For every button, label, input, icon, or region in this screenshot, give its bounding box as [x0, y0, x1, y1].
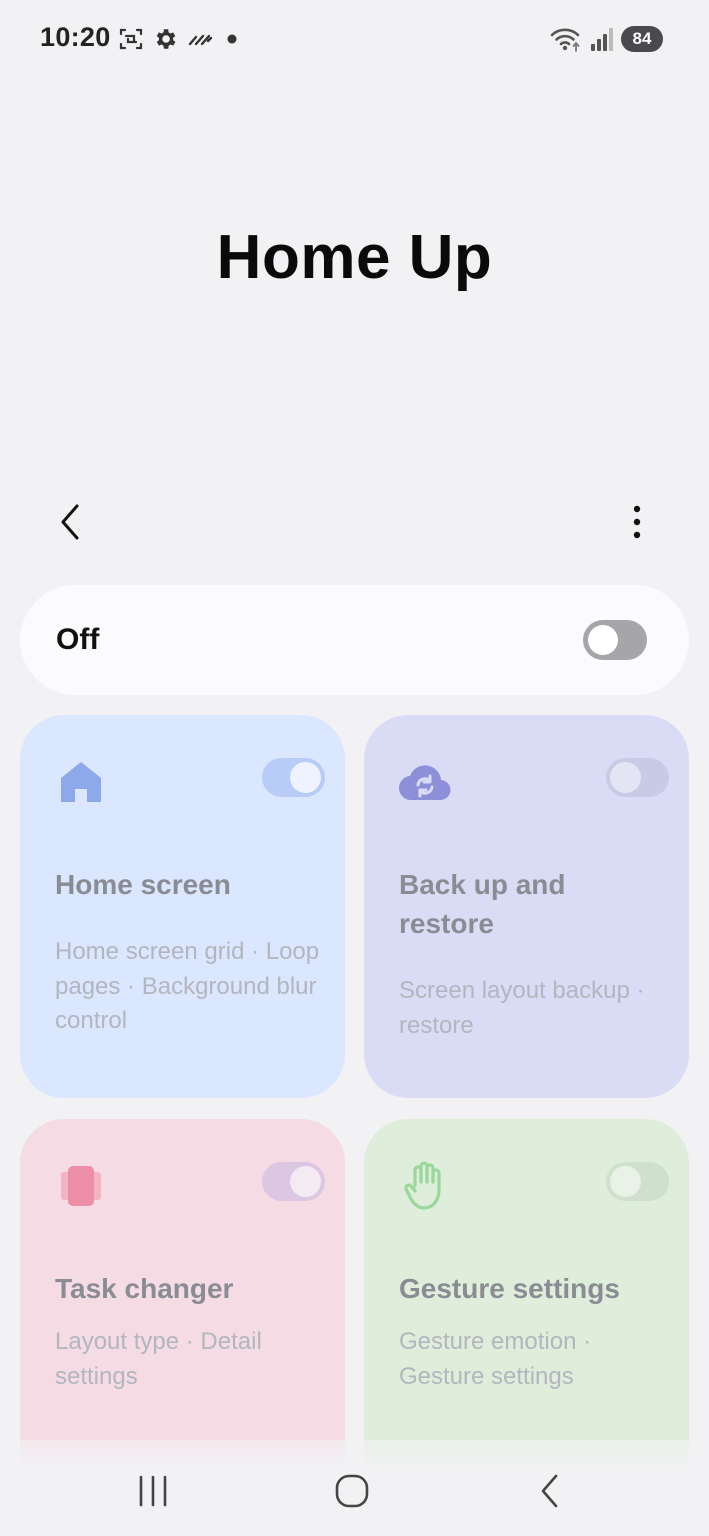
gear-icon: [156, 29, 176, 49]
toggle-knob: [290, 1166, 321, 1197]
toggle-knob: [588, 625, 618, 655]
signal-icon: [591, 28, 613, 51]
home-icon: [335, 1474, 369, 1508]
wifi-icon: [550, 28, 580, 52]
task-stack-icon: [54, 1159, 108, 1213]
card-title: Home screen: [55, 869, 231, 900]
battery-indicator: 84: [621, 26, 663, 52]
recents-icon: [139, 1475, 167, 1507]
card-description: Layout type · Detail settings: [55, 1328, 262, 1390]
navigation-bar: [0, 1440, 709, 1536]
hand-icon: [398, 1159, 452, 1213]
card-title: Task changer: [55, 1273, 234, 1304]
card-back-up-and-restore[interactable]: Back up and restore Screen layout backup…: [364, 715, 689, 1098]
master-switch-card[interactable]: Off: [20, 585, 689, 695]
home-button[interactable]: [317, 1466, 387, 1516]
status-time: 10:20: [40, 22, 111, 52]
card-title: Back up and restore: [399, 869, 566, 939]
home-up-screen: 10:20 84 Home Up Off Home screen Home sc…: [0, 0, 709, 1536]
more-vertical-icon: [633, 505, 641, 539]
status-icons-right: 84: [549, 24, 663, 54]
card-description: Screen layout backup · restore: [399, 977, 645, 1039]
gesture-settings-toggle[interactable]: [606, 1162, 669, 1201]
toggle-knob: [290, 762, 321, 793]
card-description: Home screen grid · Loop pages · Backgrou…: [55, 938, 320, 1034]
page-title: Home Up: [216, 223, 493, 292]
cloud-sync-icon: [398, 755, 452, 809]
back-up-toggle[interactable]: [606, 758, 669, 797]
master-switch-toggle[interactable]: [583, 620, 647, 660]
home-screen-toggle[interactable]: [262, 758, 325, 797]
card-title: Gesture settings: [399, 1273, 620, 1304]
card-home-screen[interactable]: Home screen Home screen grid · Loop page…: [20, 715, 345, 1098]
back-nav-button[interactable]: [515, 1466, 585, 1516]
home-icon: [54, 755, 108, 809]
screenshot-icon: [119, 28, 143, 50]
master-switch-label: Off: [56, 623, 100, 656]
recents-button[interactable]: [118, 1466, 188, 1516]
toggle-knob: [610, 762, 641, 793]
back-button[interactable]: [46, 496, 96, 548]
back-icon: [541, 1474, 558, 1508]
task-changer-toggle[interactable]: [262, 1162, 325, 1201]
status-icons-left: [118, 25, 242, 53]
dot-icon: [227, 34, 237, 44]
toggle-knob: [610, 1166, 641, 1197]
status-bar: 10:20 84: [0, 0, 709, 80]
card-description: Gesture emotion · Gesture settings: [399, 1328, 592, 1390]
more-options-button[interactable]: [614, 496, 660, 548]
slashes-icon: [188, 34, 213, 46]
chevron-left-icon: [61, 504, 79, 540]
